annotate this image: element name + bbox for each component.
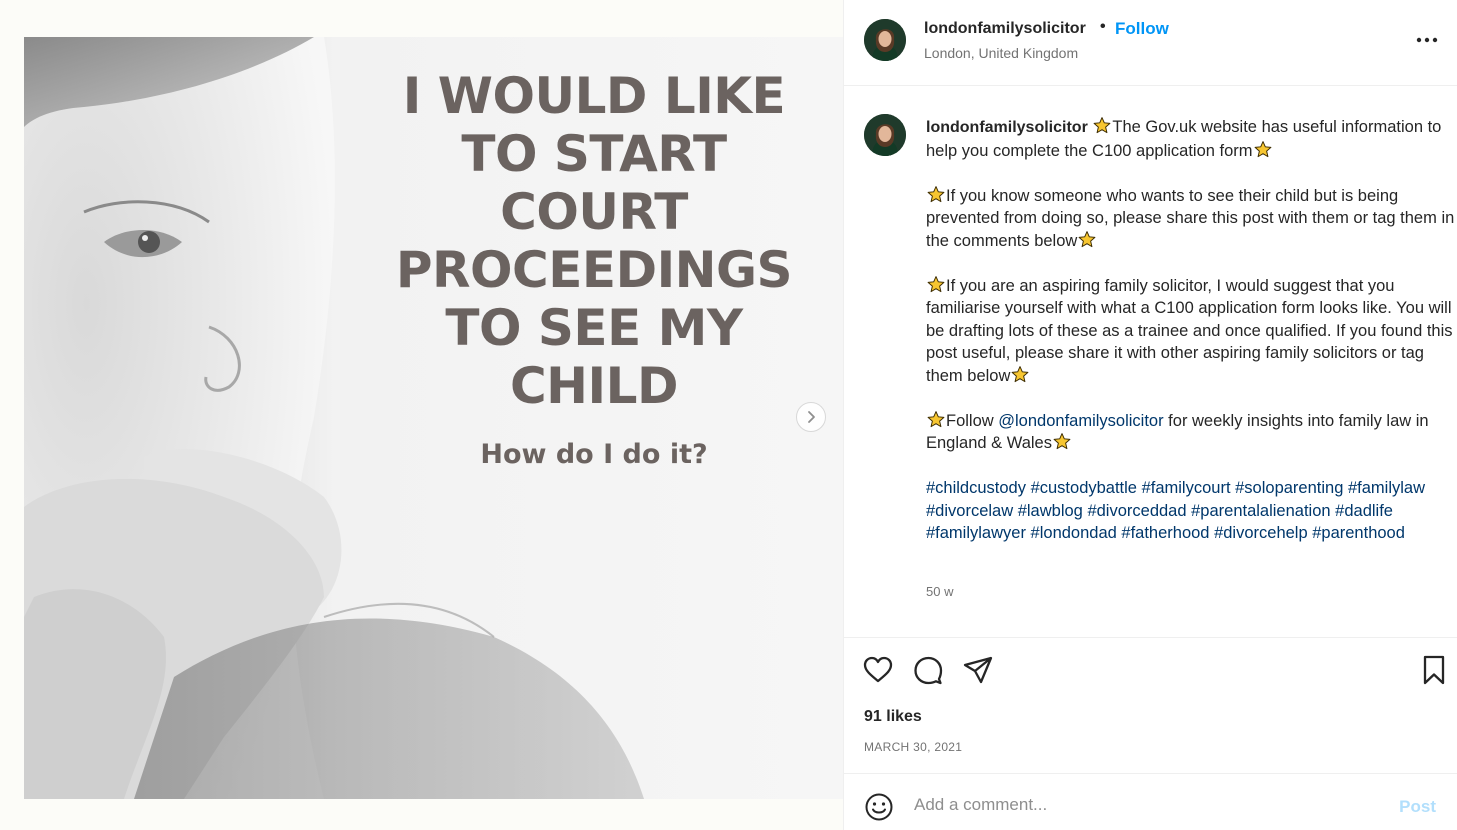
star-icon: [1078, 230, 1096, 247]
hashtag-list: #childcustody #custodybattle #familycour…: [926, 477, 1456, 545]
star-icon: [927, 185, 945, 202]
image-subheadline: How do I do it?: [480, 439, 708, 470]
hashtag-link[interactable]: #londondad: [1031, 524, 1117, 542]
hashtag-link[interactable]: #divorcehelp: [1214, 524, 1308, 542]
post-header: londonfamilysolicitor • Follow London, U…: [844, 0, 1457, 86]
heart-icon[interactable]: [862, 654, 894, 686]
hashtag-link[interactable]: #familycourt: [1142, 479, 1231, 497]
media-area: I WOULD LIKE TO START COURT PROCEEDINGS …: [0, 0, 843, 830]
header-username[interactable]: londonfamilysolicitor: [924, 20, 1086, 38]
image-headline: I WOULD LIKE TO START COURT PROCEEDINGS …: [395, 67, 793, 415]
chevron-right-icon[interactable]: [796, 402, 826, 432]
star-icon: [927, 410, 945, 427]
hashtag-link[interactable]: #divorceddad: [1087, 502, 1186, 520]
star-icon: [1254, 140, 1271, 157]
location-link[interactable]: London, United Kingdom: [924, 45, 1078, 61]
caption-avatar[interactable]: [864, 114, 906, 156]
mention-link[interactable]: @londonfamilysolicitor: [998, 412, 1163, 430]
follow-button[interactable]: Follow: [1115, 19, 1169, 39]
hashtag-link[interactable]: #childcustody: [926, 479, 1026, 497]
bookmark-icon[interactable]: [1418, 654, 1450, 686]
caption-text: londonfamilysolicitor The Gov.uk website…: [926, 116, 1456, 567]
likes-count[interactable]: 91 likes: [864, 708, 922, 726]
hashtag-link[interactable]: #familylawyer: [926, 524, 1026, 542]
caption-paragraph-3: If you are an aspiring family solicitor,…: [926, 276, 1453, 385]
post-actions: 91 likes MARCH 30, 2021: [844, 637, 1457, 773]
hashtag-link[interactable]: #lawblog: [1018, 502, 1083, 520]
star-icon: [1011, 365, 1029, 382]
post-details-panel: londonfamilysolicitor • Follow London, U…: [843, 0, 1457, 830]
post-comment-button[interactable]: Post: [1399, 797, 1436, 817]
comment-bar: Post: [844, 773, 1457, 830]
hashtag-link[interactable]: #soloparenting: [1235, 479, 1343, 497]
star-icon: [927, 275, 945, 292]
comment-input[interactable]: [912, 790, 1386, 820]
caption-username[interactable]: londonfamilysolicitor: [926, 119, 1088, 136]
hashtag-link[interactable]: #parenthood: [1312, 524, 1405, 542]
time-ago[interactable]: 50 w: [926, 584, 953, 599]
hashtag-link[interactable]: #parentalalienation: [1191, 502, 1330, 520]
hashtag-link[interactable]: #familylaw: [1348, 479, 1425, 497]
hashtag-link[interactable]: #fatherhood: [1121, 524, 1209, 542]
post-date: MARCH 30, 2021: [864, 740, 963, 754]
hashtag-link[interactable]: #custodybattle: [1031, 479, 1137, 497]
caption-area: londonfamilysolicitor The Gov.uk website…: [844, 86, 1457, 637]
more-options-icon[interactable]: [1410, 28, 1444, 52]
separator-dot: •: [1100, 18, 1106, 35]
caption-follow-prefix: Follow: [946, 411, 999, 430]
share-icon[interactable]: [962, 654, 994, 686]
star-icon: [1093, 117, 1111, 134]
caption-paragraph-2: If you know someone who wants to see the…: [926, 186, 1455, 250]
hashtag-link[interactable]: #divorcelaw: [926, 502, 1013, 520]
comment-icon[interactable]: [912, 654, 944, 686]
hashtag-link[interactable]: #dadlife: [1335, 502, 1393, 520]
avatar[interactable]: [864, 19, 906, 61]
emoji-icon[interactable]: [864, 792, 894, 822]
star-icon: [1053, 433, 1071, 450]
post-image[interactable]: I WOULD LIKE TO START COURT PROCEEDINGS …: [24, 37, 843, 799]
